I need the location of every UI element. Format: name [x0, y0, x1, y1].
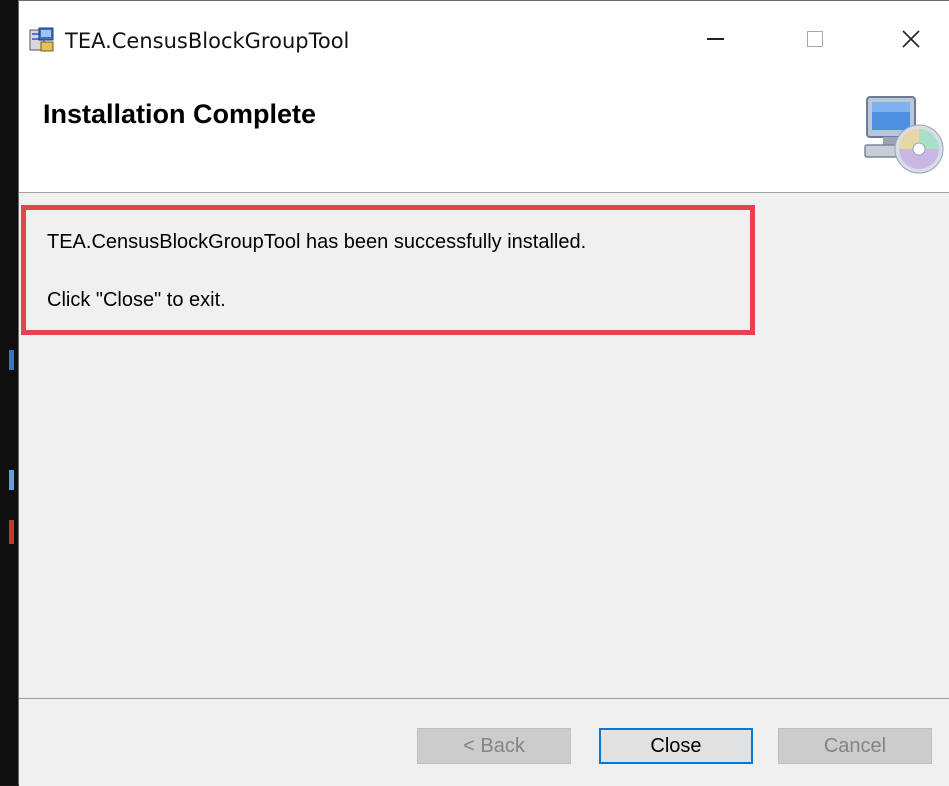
installer-app-icon [29, 27, 55, 53]
page-title: Installation Complete [43, 99, 317, 129]
desktop-background [0, 0, 18, 785]
instruction-message: Click "Close" to exit. [47, 289, 226, 311]
close-window-button[interactable] [891, 21, 931, 57]
back-button[interactable]: < Back [417, 728, 571, 764]
desktop-fragment [9, 470, 14, 490]
maximize-icon [807, 31, 823, 47]
close-button[interactable]: Close [599, 728, 753, 764]
desktop-fragment [9, 350, 14, 370]
installer-window: TEA.CensusBlockGroupTool Installation Co… [18, 0, 949, 786]
window-title: TEA.CensusBlockGroupTool [65, 29, 350, 53]
maximize-button[interactable] [795, 21, 835, 57]
success-message: TEA.CensusBlockGroupTool has been succes… [47, 231, 587, 253]
desktop-fragment [9, 520, 14, 544]
highlight-box [21, 205, 755, 335]
computer-with-cd-icon [857, 89, 947, 179]
minimize-icon [706, 38, 724, 40]
header-banner: Installation Complete [19, 77, 949, 193]
minimize-button[interactable] [695, 21, 735, 57]
button-bar: < Back Close Cancel [19, 699, 949, 786]
close-icon [902, 30, 920, 48]
cancel-button[interactable]: Cancel [778, 728, 932, 764]
content-area: TEA.CensusBlockGroupTool has been succes… [19, 193, 949, 698]
title-bar[interactable]: TEA.CensusBlockGroupTool [19, 1, 949, 77]
